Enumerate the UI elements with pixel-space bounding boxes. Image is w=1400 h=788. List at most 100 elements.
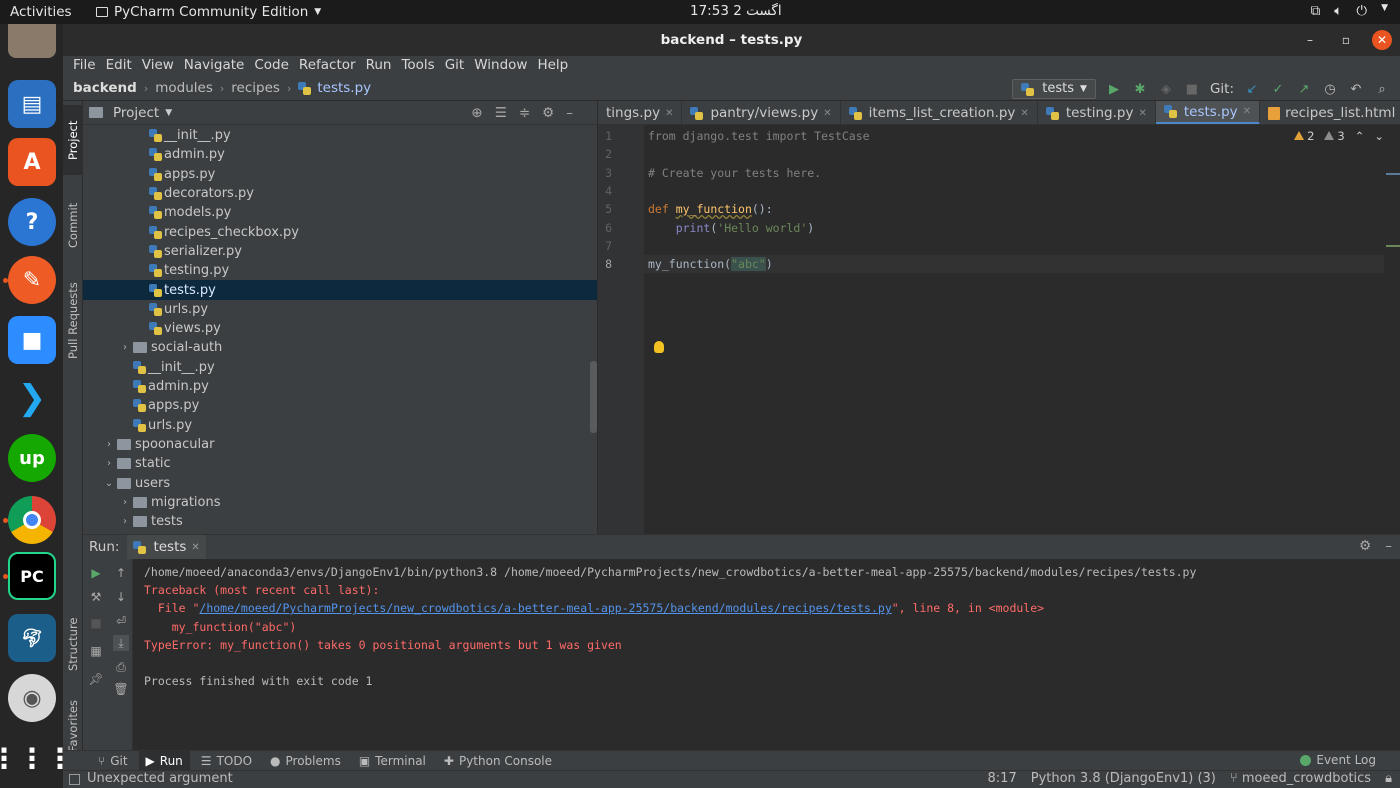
soft-wrap-icon[interactable]: ⏎ — [113, 613, 129, 629]
collapse-all-icon[interactable]: ≑ — [519, 105, 530, 121]
expand-all-icon[interactable]: ☰ — [495, 105, 507, 121]
code-line[interactable]: def my_function(): — [644, 200, 1384, 218]
menu-navigate[interactable]: Navigate — [179, 56, 250, 77]
editor-tab[interactable]: recipes_list.html✕ — [1260, 101, 1400, 124]
code-line[interactable]: my_function("abc") — [644, 255, 1384, 274]
vscode-icon[interactable]: ❯ — [8, 374, 56, 422]
breadcrumb-recipes[interactable]: recipes — [231, 80, 280, 96]
chevron-right-icon[interactable]: › — [119, 497, 131, 508]
close-icon[interactable]: ✕ — [1138, 108, 1146, 119]
bottom-tab-problems[interactable]: ● Problems — [263, 751, 348, 771]
breadcrumb-modules[interactable]: modules — [155, 80, 213, 96]
caret-position[interactable]: 8:17 — [988, 771, 1017, 786]
upwork-icon[interactable]: up — [8, 434, 56, 482]
network-icon[interactable]: ⧉ — [1311, 3, 1321, 19]
close-icon[interactable]: ✕ — [1243, 106, 1251, 117]
code-line[interactable] — [644, 237, 1384, 255]
show-applications-icon[interactable]: ⋮⋮⋮ — [0, 734, 74, 782]
tab-commit[interactable]: Commit — [63, 191, 83, 259]
menu-edit[interactable]: Edit — [101, 56, 137, 77]
help-icon[interactable]: ? — [8, 198, 56, 246]
code-line[interactable]: print('Hello world') — [644, 219, 1384, 237]
code-line[interactable] — [644, 182, 1384, 200]
scrollbar[interactable] — [590, 361, 597, 433]
breadcrumb-backend[interactable]: backend — [73, 80, 137, 96]
event-log-button[interactable]: Event Log — [1300, 753, 1376, 767]
bottom-tab-terminal[interactable]: ▣ Terminal — [352, 751, 433, 771]
code-area[interactable]: from django.test import TestCase # Create… — [644, 125, 1384, 534]
trash-icon[interactable]: 🗑︎ — [113, 681, 129, 697]
close-icon[interactable]: ✕ — [823, 108, 831, 119]
close-icon[interactable]: ✕ — [665, 108, 673, 119]
status-icon[interactable] — [69, 774, 80, 785]
tree-file[interactable]: views.py — [83, 319, 597, 338]
menu-help[interactable]: Help — [532, 56, 573, 77]
tree-file[interactable]: admin.py — [83, 145, 597, 164]
chevron-right-icon[interactable]: › — [103, 458, 115, 469]
inspection-widget[interactable]: 2 3 ⌃ ⌄ — [1294, 129, 1384, 143]
zoom-icon[interactable]: ■ — [8, 316, 56, 364]
tree-file[interactable]: apps.py — [83, 396, 597, 415]
system-tray[interactable]: ⧉ 🔈︎ ⏻ ▼ — [1311, 3, 1388, 19]
chevron-down-icon[interactable]: ⌄ — [103, 478, 115, 489]
console-output[interactable]: /home/moeed/anaconda3/envs/DjangoEnv1/bi… — [144, 563, 1196, 690]
clock[interactable]: 17:53 اگست 2 — [690, 3, 782, 19]
git-update-icon[interactable]: ↙ — [1244, 81, 1260, 97]
power-icon[interactable]: ⏻ — [1356, 3, 1367, 19]
tree-file[interactable]: decorators.py — [83, 184, 597, 203]
pycharm-icon[interactable]: PC — [8, 552, 56, 600]
close-icon[interactable]: ✕ — [191, 542, 199, 553]
history-icon[interactable]: ◷ — [1322, 81, 1338, 97]
chevron-down-icon[interactable]: ⌄ — [1374, 129, 1384, 143]
minimize-button[interactable]: – — [1300, 30, 1320, 50]
git-commit-icon[interactable]: ✓ — [1270, 81, 1286, 97]
menu-view[interactable]: View — [137, 56, 179, 77]
layout-icon[interactable]: ▦ — [88, 643, 104, 659]
tree-folder[interactable]: › tests — [83, 512, 597, 531]
tab-structure[interactable]: Structure — [63, 609, 83, 679]
wrench-icon[interactable]: ⚒ — [88, 589, 104, 605]
stop-icon[interactable]: ■ — [1184, 81, 1200, 97]
stop-icon[interactable]: ■ — [88, 615, 104, 631]
git-push-icon[interactable]: ↗ — [1296, 81, 1312, 97]
tree-file[interactable]: urls.py — [83, 300, 597, 319]
intention-bulb-icon[interactable] — [654, 341, 664, 353]
run-tab[interactable]: tests ✕ — [127, 535, 206, 559]
tree-file[interactable]: recipes_checkbox.py — [83, 223, 597, 242]
bottom-tab-todo[interactable]: ☰ TODO — [194, 751, 259, 771]
lock-icon[interactable]: 🔒︎ — [1385, 771, 1392, 786]
menu-file[interactable]: File — [68, 56, 101, 77]
tree-file[interactable]: models.py — [83, 203, 597, 222]
menu-refactor[interactable]: Refactor — [294, 56, 361, 77]
close-button[interactable]: ✕ — [1372, 30, 1392, 50]
chevron-right-icon[interactable]: › — [119, 516, 131, 527]
tree-folder[interactable]: › migrations — [83, 493, 597, 512]
locate-icon[interactable]: ⊕ — [471, 105, 482, 121]
tree-file[interactable]: tests.py — [83, 280, 597, 300]
tree-file[interactable]: serializer.py — [83, 242, 597, 261]
menu-run[interactable]: Run — [361, 56, 397, 77]
menu-tools[interactable]: Tools — [396, 56, 439, 77]
project-title[interactable]: Project — [113, 105, 159, 121]
tree-file[interactable]: urls.py — [83, 416, 597, 435]
print-icon[interactable]: ⎙ — [113, 659, 129, 675]
tree-file[interactable]: apps.py — [83, 165, 597, 184]
bottom-tab-run[interactable]: ▶ Run — [138, 750, 190, 771]
editor-tab[interactable]: tests.py ✕ — [1155, 101, 1261, 124]
app-menu[interactable]: PyCharm Community Edition ▼ — [96, 4, 321, 20]
console-file-link[interactable]: /home/moeed/PycharmProjects/new_crowdbot… — [199, 601, 891, 615]
tab-pull-requests[interactable]: Pull Requests — [63, 271, 83, 371]
window-titlebar[interactable]: backend – tests.py – ▫ ✕ — [63, 24, 1400, 56]
editor-tab[interactable]: pantry/views.py ✕ — [682, 101, 841, 124]
editor-tab[interactable]: items_list_creation.py ✕ — [841, 101, 1038, 124]
volume-icon[interactable]: 🔈︎ — [1334, 3, 1342, 19]
code-line[interactable]: # Create your tests here. — [644, 164, 1384, 182]
tree-folder[interactable]: › static — [83, 454, 597, 473]
scroll-to-end-icon[interactable]: ⤓ — [113, 635, 129, 651]
chevron-right-icon[interactable]: › — [103, 439, 115, 450]
pin-icon[interactable]: 📌︎ — [88, 671, 104, 687]
chevron-right-icon[interactable]: › — [119, 342, 131, 353]
tab-project[interactable]: Project — [63, 105, 83, 175]
editor-tab[interactable]: testing.py ✕ — [1038, 101, 1156, 124]
breadcrumb-file[interactable]: tests.py — [317, 80, 371, 96]
